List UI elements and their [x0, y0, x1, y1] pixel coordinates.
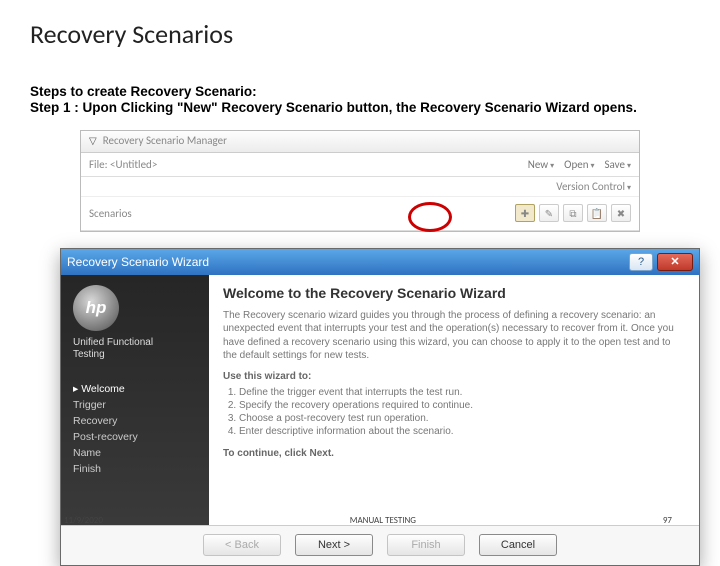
wizard-main: Welcome to the Recovery Scenario Wizard … [209, 275, 699, 525]
rsm-file-area: File: <Untitled> [89, 158, 157, 171]
chevron-down-icon: ▾ [627, 183, 631, 193]
cancel-button[interactable]: Cancel [479, 534, 557, 556]
step-1-text: Step 1 : Upon Clicking "New" Recovery Sc… [30, 99, 690, 118]
rsm-file-value: <Untitled> [110, 158, 157, 171]
wizard-continue: To continue, click Next. [223, 448, 685, 459]
rsm-new-scenario-icon[interactable]: ✚ [515, 204, 535, 222]
steps-heading: Steps to create Recovery Scenario: [30, 84, 690, 99]
recovery-scenario-manager-window: ▽ Recovery Scenario Manager File: <Untit… [80, 130, 640, 232]
wizard-sidebar: hp Unified Functional Testing Welcome Tr… [61, 275, 209, 525]
rsm-toolbar: File: <Untitled> New▾ Open▾ Save▾ [81, 153, 639, 177]
nav-trigger[interactable]: Trigger [73, 397, 199, 413]
chevron-down-icon: ▾ [550, 161, 554, 171]
rsm-version-control[interactable]: Version Control▾ [556, 180, 631, 193]
wizard-list: Define the trigger event that interrupts… [239, 386, 685, 438]
wizard-intro: The Recovery scenario wizard guides you … [223, 309, 685, 363]
nav-name[interactable]: Name [73, 445, 199, 461]
screenshot-area: ▽ Recovery Scenario Manager File: <Untit… [30, 130, 690, 232]
rsm-title: Recovery Scenario Manager [103, 130, 227, 152]
wizard-titlebar: Recovery Scenario Wizard ? ✕ [61, 249, 699, 275]
wizard-list-item: Choose a post-recovery test run operatio… [239, 412, 685, 425]
rsm-titlebar: ▽ Recovery Scenario Manager [81, 131, 639, 153]
wizard-title: Recovery Scenario Wizard [67, 255, 209, 269]
rsm-icon-toolbar: ✚ ✎ ⧉ 📋 ✖ [515, 204, 631, 222]
rsm-edit-icon[interactable]: ✎ [539, 204, 559, 222]
nav-finish[interactable]: Finish [73, 461, 199, 477]
wizard-list-item: Specify the recovery operations required… [239, 399, 685, 412]
back-button[interactable]: < Back [203, 534, 281, 556]
rsm-file-label: File: [89, 158, 108, 171]
wizard-use-label: Use this wizard to: [223, 371, 685, 382]
rsm-copy-icon[interactable]: ⧉ [563, 204, 583, 222]
close-icon[interactable]: ✕ [657, 253, 693, 271]
wizard-button-bar: < Back Next > Finish Cancel [61, 525, 699, 565]
footer-date: 11/9/2020 [64, 515, 103, 526]
rsm-open-button[interactable]: Open▾ [564, 158, 594, 171]
footer-center: MANUAL TESTING [350, 515, 416, 526]
product-name: Unified Functional Testing [73, 337, 199, 361]
rsm-save-button[interactable]: Save▾ [605, 158, 632, 171]
nav-welcome[interactable]: Welcome [73, 381, 199, 397]
slide-title: Recovery Scenarios [30, 18, 690, 50]
rsm-scenarios-label: Scenarios [89, 207, 169, 220]
rsm-scenarios-row: Scenarios ✚ ✎ ⧉ 📋 ✖ [81, 197, 639, 231]
rsm-delete-icon[interactable]: ✖ [611, 204, 631, 222]
wizard-list-item: Enter descriptive information about the … [239, 425, 685, 438]
rsm-version-row: Version Control▾ [81, 177, 639, 197]
rsm-app-icon: ▽ [89, 130, 97, 152]
rsm-new-button[interactable]: New▾ [528, 158, 554, 171]
hp-logo-icon: hp [73, 285, 119, 331]
wizard-list-item: Define the trigger event that interrupts… [239, 386, 685, 399]
footer-page: 97 [663, 515, 672, 526]
nav-post-recovery[interactable]: Post-recovery [73, 429, 199, 445]
wizard-heading: Welcome to the Recovery Scenario Wizard [223, 285, 685, 301]
chevron-down-icon: ▾ [590, 161, 594, 171]
nav-recovery[interactable]: Recovery [73, 413, 199, 429]
finish-button[interactable]: Finish [387, 534, 465, 556]
chevron-down-icon: ▾ [627, 161, 631, 171]
slide-footer: 11/9/2020 MANUAL TESTING 97 [0, 515, 720, 526]
help-icon[interactable]: ? [629, 253, 653, 271]
wizard-nav: Welcome Trigger Recovery Post-recovery N… [73, 381, 199, 477]
next-button[interactable]: Next > [295, 534, 373, 556]
rsm-paste-icon[interactable]: 📋 [587, 204, 607, 222]
